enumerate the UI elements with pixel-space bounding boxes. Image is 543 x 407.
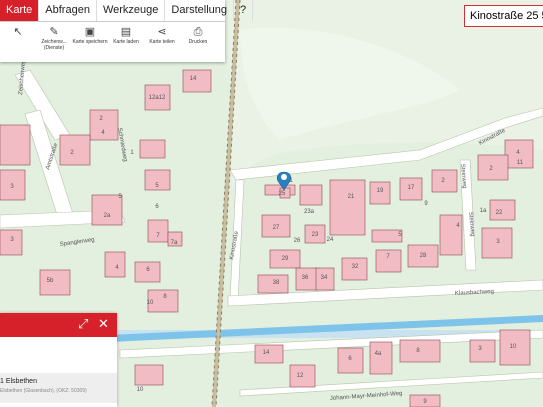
svg-text:10: 10 <box>147 300 154 306</box>
main-toolbar: Karte Abfragen Werkzeuge Darstellung ? ↖… <box>0 0 254 62</box>
menu-abfragen[interactable]: Abfragen <box>39 0 97 21</box>
close-icon[interactable]: ✕ <box>98 316 109 332</box>
svg-text:2a: 2a <box>104 213 111 219</box>
share-map-button[interactable]: ⋖ Karte teilen <box>144 25 180 51</box>
svg-text:10: 10 <box>510 344 517 350</box>
address-search-box[interactable]: Kinostraße 25 5061 <box>464 5 543 27</box>
svg-text:26: 26 <box>294 238 301 244</box>
svg-text:29: 29 <box>282 256 289 262</box>
svg-text:38: 38 <box>273 280 280 286</box>
info-panel: ⤢ ✕ 1 Elsbethen Elsbethen (Glasenbach), … <box>0 313 117 407</box>
tool-ribbon: ↖ ✎ Zeichenw... (Dienste) ▣ Karte speicher… <box>0 22 225 51</box>
load-map-button[interactable]: ▤ Karte laden <box>108 25 144 51</box>
svg-text:21: 21 <box>348 194 355 200</box>
svg-text:24: 24 <box>327 237 334 243</box>
svg-text:28: 28 <box>420 253 427 259</box>
svg-text:23: 23 <box>312 232 319 238</box>
svg-text:32: 32 <box>352 264 359 270</box>
info-panel-header: ⤢ ✕ <box>0 313 117 337</box>
result-subtitle: Elsbethen (Glasenbach), (OKZ: 50309) <box>0 388 87 394</box>
expand-icon[interactable]: ⤢ <box>78 316 88 332</box>
svg-text:14: 14 <box>263 350 270 356</box>
menu-karte[interactable]: Karte <box>0 0 40 21</box>
svg-text:7a: 7a <box>171 240 178 246</box>
svg-text:1a: 1a <box>480 208 487 214</box>
print-icon: ⎙ <box>193 26 203 38</box>
svg-text:34: 34 <box>321 275 328 281</box>
save-map-button[interactable]: ▣ Karte speichern <box>72 25 108 51</box>
print-button[interactable]: ⎙ Drucken <box>180 25 216 51</box>
svg-text:10: 10 <box>137 387 144 393</box>
cursor-icon: ↖ <box>13 26 23 38</box>
save-icon: ▣ <box>84 26 96 38</box>
svg-text:14: 14 <box>190 76 197 82</box>
folder-icon: ▤ <box>120 26 132 38</box>
select-tool-button[interactable]: ↖ <box>0 25 36 51</box>
svg-text:12a12: 12a12 <box>149 95 166 101</box>
share-icon: ⋖ <box>157 26 167 38</box>
svg-text:12: 12 <box>297 373 304 379</box>
svg-text:11: 11 <box>517 160 524 166</box>
info-panel-body: 1 Elsbethen Elsbethen (Glasenbach), (OKZ… <box>0 373 117 403</box>
svg-text:5b: 5b <box>47 278 54 284</box>
svg-text:25: 25 <box>279 191 286 197</box>
svg-text:19: 19 <box>377 188 384 194</box>
draw-tool-button[interactable]: ✎ Zeichenw... (Dienste) <box>36 25 72 51</box>
menu-bar: Karte Abfragen Werkzeuge Darstellung ? <box>0 0 254 22</box>
menu-darstellung[interactable]: Darstellung <box>165 0 235 21</box>
result-address[interactable]: 1 Elsbethen <box>0 378 37 385</box>
svg-text:27: 27 <box>273 225 280 231</box>
pencil-icon: ✎ <box>49 26 59 38</box>
svg-text:23a: 23a <box>304 209 315 215</box>
svg-text:17: 17 <box>408 185 415 191</box>
svg-text:36: 36 <box>302 275 309 281</box>
svg-text:22: 22 <box>496 210 503 216</box>
menu-werkzeuge[interactable]: Werkzeuge <box>97 0 166 21</box>
svg-text:4a: 4a <box>375 351 382 357</box>
menu-help[interactable]: ? <box>234 0 254 21</box>
